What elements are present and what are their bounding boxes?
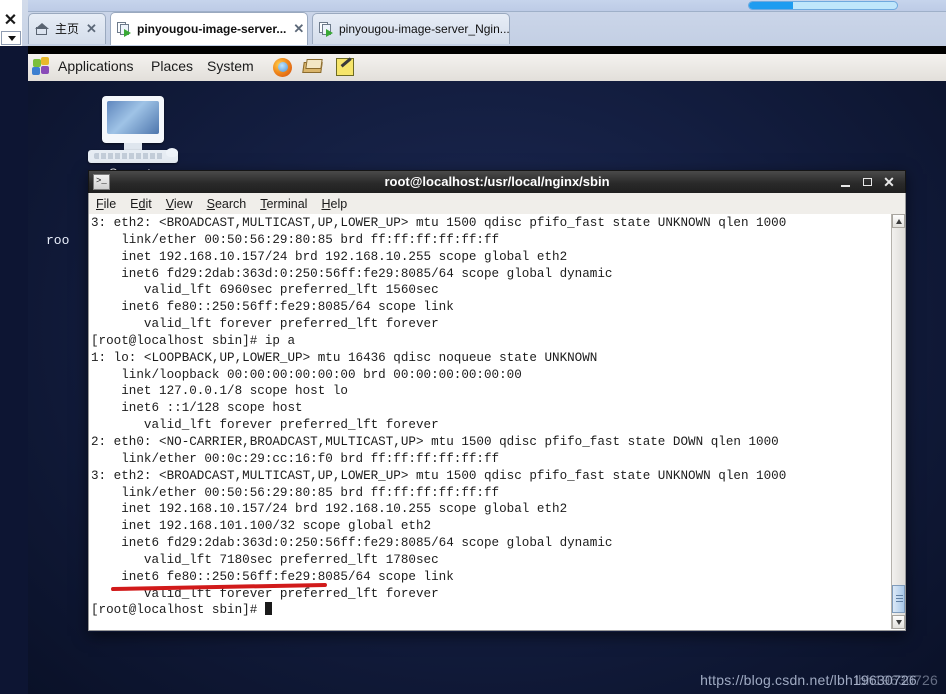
monitor-neck [124, 143, 142, 150]
menu-search[interactable]: Search [207, 197, 247, 211]
scroll-up-button[interactable] [892, 214, 905, 228]
chevron-down-icon [8, 36, 16, 41]
tab-label: 主页 [55, 22, 80, 36]
menu-applications[interactable]: Applications [58, 58, 134, 74]
tab-pinyougou-image-server[interactable]: pinyougou-image-server... ✕ [110, 12, 308, 45]
terminal-body[interactable]: 3: eth2: <BROADCAST,MULTICAST,UP,LOWER_U… [88, 214, 906, 631]
watermark-ghost: lbh19630726 [854, 672, 938, 688]
watermark: https://blog.csdn.net/lbh19630726lbh1963… [700, 672, 938, 688]
minimize-button[interactable] [837, 175, 853, 190]
home-icon [35, 22, 50, 37]
menu-view[interactable]: View [166, 197, 193, 211]
terminal-cursor [264, 602, 272, 616]
close-button[interactable]: ✕ [881, 175, 897, 190]
menu-terminal[interactable]: Terminal [260, 197, 307, 211]
browser-left-rail: ✕ [0, 0, 22, 46]
tab-close-icon[interactable]: ✕ [293, 22, 304, 35]
tab-label: pinyougou-image-server... [137, 22, 287, 36]
browser-toolbar-strip [0, 0, 946, 12]
tab-close-icon[interactable]: ✕ [86, 22, 97, 35]
menu-help[interactable]: Help [321, 197, 347, 211]
gnome-top-panel: Applications Places System [28, 54, 946, 82]
dropdown-button[interactable] [1, 31, 21, 45]
monitor-body [102, 96, 164, 143]
menu-system[interactable]: System [207, 58, 254, 74]
monitor-screen [107, 101, 159, 134]
grip-icon [896, 595, 903, 603]
maximize-button[interactable] [859, 175, 875, 190]
chevron-down-icon [896, 620, 902, 625]
terminal-scrollbar[interactable] [891, 214, 905, 629]
screen-black-band [28, 46, 946, 54]
minimize-icon [840, 185, 850, 187]
page-window-icon [117, 21, 132, 37]
progress-slider[interactable] [748, 1, 898, 10]
terminal-window: >_ root@localhost:/usr/local/nginx/sbin … [88, 170, 906, 632]
desktop-icon-computer[interactable]: Computer [80, 96, 190, 180]
mouse [166, 148, 178, 157]
chevron-up-icon [896, 219, 902, 224]
desktop-occluded-text: roo [46, 233, 70, 248]
terminal-menubar: File Edit View Search Terminal Help [88, 193, 906, 214]
terminal-output: 3: eth2: <BROADCAST,MULTICAST,UP,LOWER_U… [91, 216, 787, 618]
close-icon[interactable]: ✕ [3, 13, 18, 29]
scroll-down-button[interactable] [892, 615, 905, 629]
tab-label: pinyougou-image-server_Ngin... [339, 22, 510, 36]
window-title: root@localhost:/usr/local/nginx/sbin [384, 174, 610, 189]
menu-file[interactable]: File [96, 197, 116, 211]
tab-pinyougou-image-server-nginx[interactable]: pinyougou-image-server_Ngin... ✕ [312, 13, 510, 44]
terminal-titlebar[interactable]: >_ root@localhost:/usr/local/nginx/sbin … [88, 170, 906, 193]
scrollbar-thumb[interactable] [892, 585, 905, 613]
keyboard [94, 153, 164, 159]
maximize-icon [862, 178, 872, 186]
menu-edit[interactable]: Edit [130, 197, 152, 211]
menu-places[interactable]: Places [151, 58, 193, 74]
progress-fill [749, 2, 793, 9]
page-window-icon [319, 21, 334, 37]
browser-chrome: ✕ 主页 ✕ pinyougou-image-server... ✕ pinyo… [0, 0, 946, 46]
tab-home[interactable]: 主页 ✕ [28, 13, 106, 44]
